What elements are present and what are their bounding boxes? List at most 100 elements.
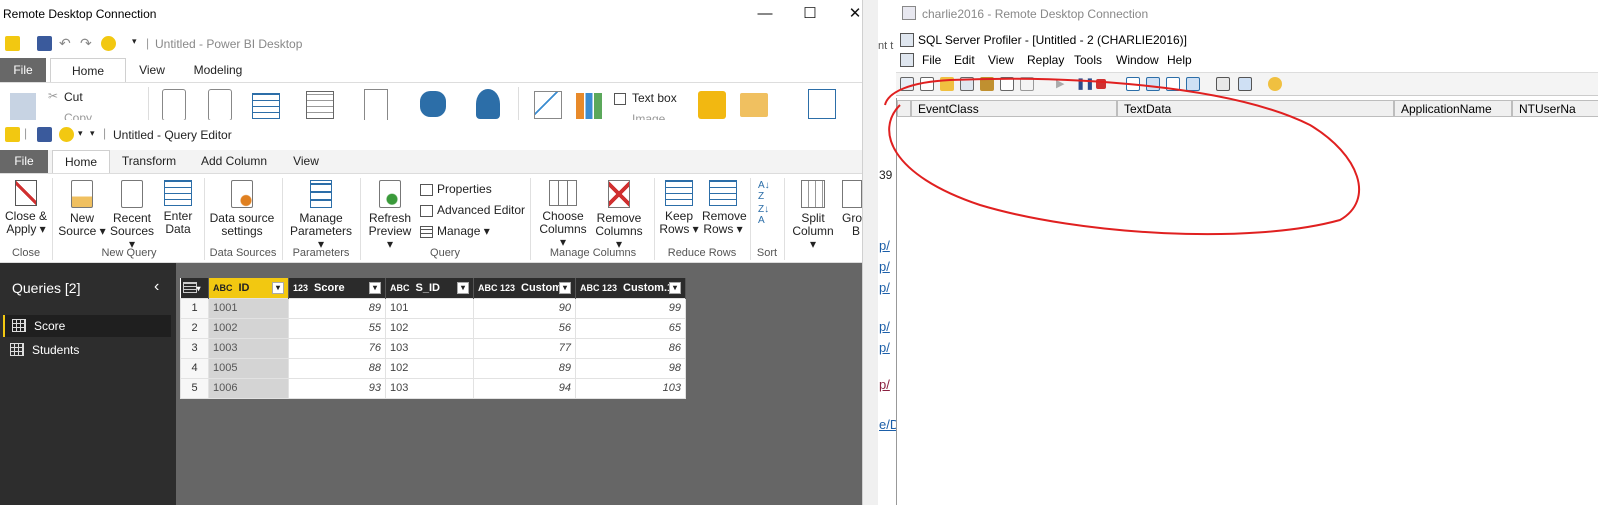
column-header-textdata[interactable]: TextData <box>1117 100 1394 117</box>
table-cell[interactable]: 76 <box>288 337 386 359</box>
tab-view[interactable]: View <box>284 150 328 173</box>
strip-link[interactable]: p/ <box>879 280 890 295</box>
edit-queries-icon[interactable] <box>306 91 334 119</box>
row-number[interactable]: 5 <box>180 377 209 399</box>
new-source-button[interactable]: New Source ▾ <box>58 180 106 238</box>
enter-data-button[interactable]: Enter Data <box>158 180 198 236</box>
menu-edit[interactable]: Edit <box>954 53 975 67</box>
cut-button[interactable]: Cut <box>64 90 83 104</box>
table-cell[interactable]: 102 <box>385 357 474 379</box>
table-cell[interactable]: 103 <box>575 377 686 399</box>
qat-dropdown-icon[interactable]: ▾ <box>132 36 137 47</box>
help-icon[interactable] <box>1268 77 1282 91</box>
get-data-icon[interactable] <box>162 89 186 120</box>
tile-horizontal-icon[interactable] <box>1146 77 1160 91</box>
row-number[interactable]: 2 <box>180 317 209 339</box>
filter-dropdown-icon[interactable]: ▾ <box>669 282 681 294</box>
table-cell[interactable]: 89 <box>288 297 386 319</box>
table-cell[interactable]: 102 <box>385 317 474 339</box>
new-template-icon[interactable] <box>920 77 934 91</box>
table-cell[interactable]: 86 <box>575 337 686 359</box>
tab-file[interactable]: File <box>0 58 46 82</box>
refresh-icon[interactable] <box>364 89 388 120</box>
table-cell[interactable]: 1003 <box>208 337 289 359</box>
table-cell[interactable]: 101 <box>385 297 474 319</box>
split-column-button[interactable]: Split Column ▾ <box>788 180 838 251</box>
menu-file[interactable]: File <box>922 53 941 67</box>
table-cell[interactable]: 94 <box>473 377 576 399</box>
data-source-settings-button[interactable]: Data source settings <box>208 180 276 238</box>
row-number[interactable]: 4 <box>180 357 209 379</box>
recent-sources-icon[interactable] <box>208 89 232 120</box>
table-cell[interactable]: 1005 <box>208 357 289 379</box>
query-item-students[interactable]: Students <box>3 339 171 361</box>
filter-dropdown-icon[interactable]: ▾ <box>559 282 571 294</box>
customize-qat-icon[interactable]: ▾ <box>90 128 95 139</box>
smiley-icon[interactable] <box>59 127 74 142</box>
menu-tools[interactable]: Tools <box>1074 53 1102 67</box>
strip-link[interactable]: p/ <box>879 259 890 274</box>
column-header-applicationname[interactable]: ApplicationName <box>1394 100 1512 117</box>
manage-parameters-button[interactable]: Manage Parameters ▾ <box>286 180 356 251</box>
save-icon[interactable] <box>960 77 974 91</box>
cascade-icon[interactable] <box>1126 77 1140 91</box>
pause-icon[interactable]: ❚❚ <box>1076 77 1094 91</box>
undo-icon[interactable]: ↶ <box>59 36 74 51</box>
enter-data-icon[interactable] <box>252 93 280 119</box>
table-cell[interactable]: 103 <box>385 377 474 399</box>
menu-replay[interactable]: Replay <box>1027 53 1064 67</box>
filter-dropdown-icon[interactable]: ▾ <box>369 282 381 294</box>
table-cell[interactable]: 99 <box>575 297 686 319</box>
table-cell[interactable]: 88 <box>288 357 386 379</box>
new-trace-icon[interactable] <box>900 77 914 91</box>
paste-icon[interactable] <box>10 93 36 120</box>
tile-vertical-icon[interactable] <box>1166 77 1180 91</box>
tab-transform[interactable]: Transform <box>114 150 184 173</box>
table-cell[interactable]: 90 <box>473 297 576 319</box>
tab-view[interactable]: View <box>130 58 174 82</box>
close-apply-button[interactable]: Close & Apply ▾ <box>4 180 48 236</box>
column-header-ntusername[interactable]: NTUserNa <box>1512 100 1598 117</box>
table-menu-button[interactable]: ▾ <box>180 278 209 298</box>
text-box-button[interactable]: Text box <box>632 91 677 105</box>
properties-icon[interactable] <box>980 77 994 91</box>
textbox-icon[interactable] <box>614 93 626 105</box>
redo-icon[interactable]: ↷ <box>80 36 95 51</box>
menu-window[interactable]: Window <box>1116 53 1159 67</box>
child-window-icon[interactable] <box>900 53 914 67</box>
column-header-id[interactable]: ABC ID ▾ <box>208 278 289 298</box>
quick-insights-icon[interactable] <box>476 89 500 119</box>
strip-link[interactable]: p/ <box>879 340 890 355</box>
image-button[interactable]: Image <box>632 112 665 120</box>
row-number[interactable]: 3 <box>180 337 209 359</box>
custom-visual-icon[interactable] <box>420 91 446 117</box>
run-icon[interactable]: ▶ <box>1056 77 1070 91</box>
relationships-icon[interactable] <box>808 89 836 119</box>
sort-descending-icon[interactable]: Z↓ A <box>758 204 769 226</box>
choose-columns-button[interactable]: Choose Columns ▾ <box>538 180 588 249</box>
copy-button[interactable]: Copy <box>64 111 92 120</box>
menu-view[interactable]: View <box>988 53 1014 67</box>
row-number[interactable]: 1 <box>180 297 209 319</box>
column-header-custom-1[interactable]: ABC 123 Custom.1 ▾ <box>575 278 686 298</box>
table-cell[interactable]: 1001 <box>208 297 289 319</box>
collapse-panel-icon[interactable]: ‹ <box>154 278 159 296</box>
column-header-custom[interactable]: ABC 123 Custom ▾ <box>473 278 576 298</box>
db-tuning-advisor-icon[interactable] <box>1216 77 1230 91</box>
table-cell[interactable]: 103 <box>385 337 474 359</box>
table-cell[interactable]: 77 <box>473 337 576 359</box>
table-cell[interactable]: 65 <box>575 317 686 339</box>
refresh-preview-button[interactable]: Refresh Preview ▾ <box>364 180 416 251</box>
save-icon[interactable] <box>37 36 52 51</box>
table-cell[interactable]: 56 <box>473 317 576 339</box>
properties-button[interactable]: Properties <box>420 180 492 198</box>
group-by-button[interactable]: Gro B <box>842 180 862 238</box>
clear-icon[interactable] <box>1020 77 1034 91</box>
recent-sources-button[interactable]: Recent Sources ▾ <box>108 180 156 251</box>
tab-add-column[interactable]: Add Column <box>194 150 274 173</box>
manage-button[interactable]: Manage ▾ <box>420 222 490 240</box>
tab-file[interactable]: File <box>0 150 48 173</box>
new-page-icon[interactable] <box>534 91 562 119</box>
filter-dropdown-icon[interactable]: ▾ <box>457 282 469 294</box>
publish-icon[interactable] <box>698 91 726 119</box>
